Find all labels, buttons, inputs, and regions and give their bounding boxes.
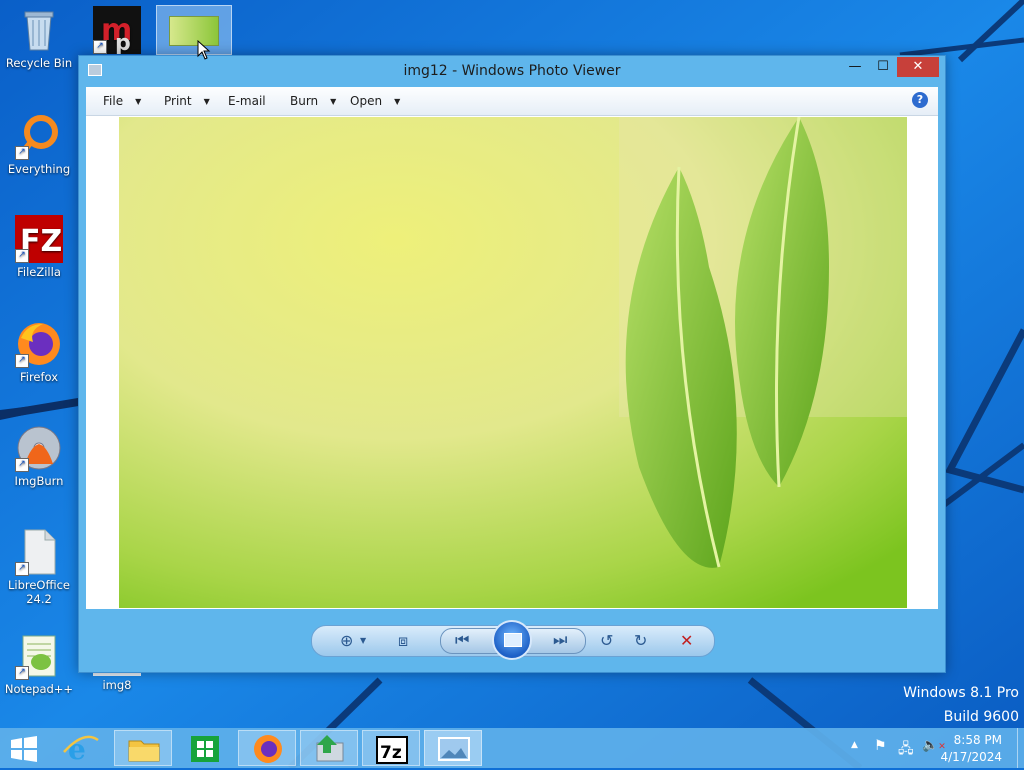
desktop-icon-recycle-bin[interactable]: Recycle Bin	[1, 6, 77, 70]
dropdown-arrow-icon: ▼	[330, 97, 337, 106]
menu-label: Print	[164, 94, 192, 108]
menu-label: Burn	[290, 94, 319, 108]
menu-label: Open	[350, 94, 383, 108]
shortcut-arrow-icon: ↗	[93, 40, 107, 54]
desktop-icon-label: LibreOffice 24.2	[7, 578, 71, 606]
start-button[interactable]	[0, 730, 48, 766]
desktop-icon-label: Recycle Bin	[5, 56, 73, 70]
action-center-flag-icon[interactable]: ⚑	[874, 738, 887, 754]
minimize-button[interactable]: —	[841, 57, 869, 77]
rotate-counterclockwise-icon[interactable]: ↺	[600, 632, 613, 650]
rotate-clockwise-icon[interactable]: ↻	[634, 632, 647, 650]
slideshow-button[interactable]	[492, 620, 532, 660]
taskbar-store-icon[interactable]	[176, 730, 234, 766]
clock-time[interactable]: 8:58 PM	[954, 733, 1002, 747]
delete-icon[interactable]: ✕	[680, 632, 693, 650]
image-viewport	[86, 116, 938, 609]
image-thumbnail-icon	[169, 16, 219, 46]
menu-print[interactable]: Print ▼	[164, 94, 210, 108]
menu-label: File	[103, 94, 124, 108]
close-button[interactable]: ✕	[897, 57, 939, 77]
taskbar-firefox-icon[interactable]	[238, 730, 296, 766]
menu-burn[interactable]: Burn ▼	[290, 94, 336, 108]
desktop-icon-label: Everything	[7, 162, 71, 176]
svg-text:7z: 7z	[380, 743, 402, 763]
menu-email[interactable]: E-mail	[228, 94, 266, 108]
desktop-icon-label: Firefox	[19, 370, 59, 384]
zoom-icon[interactable]: ⊕	[340, 632, 353, 650]
desktop-icon-notepadpp[interactable]: ↗ Notepad++	[1, 632, 77, 696]
desktop-icon-filezilla[interactable]: FZ ↗ FileZilla	[1, 215, 77, 279]
maximize-button[interactable]: ☐	[869, 57, 897, 77]
shortcut-arrow-icon: ↗	[15, 146, 29, 160]
desktop-icon-img12[interactable]	[156, 5, 232, 55]
menu-bar: File ▼ Print ▼ E-mail Burn ▼ Open ▼ ?	[86, 87, 938, 116]
recycle-bin-icon	[15, 6, 63, 54]
zoom-dropdown-arrow-icon[interactable]: ▼	[360, 632, 366, 650]
dropdown-arrow-icon: ▼	[394, 97, 401, 106]
shortcut-arrow-icon: ↗	[15, 354, 29, 368]
taskbar-file-transfer-icon[interactable]	[300, 730, 358, 766]
help-icon[interactable]: ?	[912, 92, 928, 108]
window-title: img12 - Windows Photo Viewer	[403, 63, 621, 79]
everything-icon: ↗	[15, 112, 63, 160]
shortcut-arrow-icon: ↗	[15, 562, 29, 576]
windows-edition-watermark: Windows 8.1 Pro	[903, 685, 1019, 701]
show-desktop-button[interactable]	[1017, 728, 1024, 768]
taskbar-7zip-icon[interactable]: 7z	[362, 730, 420, 766]
imgburn-icon: ↗	[15, 424, 63, 472]
show-hidden-icons-icon[interactable]: ▲	[851, 740, 858, 750]
slideshow-icon	[504, 633, 522, 647]
svg-text:p: p	[115, 31, 131, 54]
photo-viewer-window: img12 - Windows Photo Viewer — ☐ ✕ File ▼…	[78, 55, 946, 673]
window-titlebar[interactable]: img12 - Windows Photo Viewer — ☐ ✕	[79, 56, 945, 85]
displayed-photo[interactable]	[119, 117, 907, 608]
libreoffice-icon: ↗	[15, 528, 63, 576]
photo-controls-bar: ⊕ ▼ ⧈ ⏮ ⏭ ↺ ↻ ✕	[311, 620, 715, 660]
desktop-icon-label: FileZilla	[17, 265, 61, 279]
menu-open[interactable]: Open ▼	[350, 94, 400, 108]
menu-label: E-mail	[228, 94, 266, 108]
network-icon[interactable]: 🖧	[898, 738, 914, 762]
shortcut-arrow-icon: ↗	[15, 666, 29, 680]
mouse-cursor-icon	[197, 40, 211, 60]
desktop-icon-imgburn[interactable]: ↗ ImgBurn	[1, 424, 77, 488]
firefox-icon: ↗	[15, 320, 63, 368]
clock-date[interactable]: 4/17/2024	[940, 750, 1002, 764]
notepadpp-icon: ↗	[15, 632, 63, 680]
desktop-icon-mp[interactable]: mp ↗	[79, 6, 155, 56]
desktop-icon-label: ImgBurn	[14, 474, 64, 488]
desktop-icon-label: img8	[102, 678, 132, 692]
desktop-icon-libreoffice[interactable]: ↗ LibreOffice 24.2	[1, 528, 77, 606]
taskbar-file-explorer-icon[interactable]	[114, 730, 172, 766]
filezilla-icon: FZ ↗	[15, 215, 63, 263]
taskbar-photo-viewer-icon[interactable]	[424, 730, 482, 766]
desktop-icon-everything[interactable]: ↗ Everything	[1, 112, 77, 176]
desktop-icon-firefox[interactable]: ↗ Firefox	[1, 320, 77, 384]
taskbar-internet-explorer-icon[interactable]: e	[52, 730, 110, 766]
desktop-icon-label: Notepad++	[4, 682, 74, 696]
dropdown-arrow-icon: ▼	[203, 97, 210, 106]
windows-build-watermark: Build 9600	[943, 709, 1019, 725]
taskbar: e 7z ▲ ⚑ 🖧 🔈✕ 8:58 PM 4/17/2024	[0, 728, 1024, 768]
shortcut-arrow-icon: ↗	[15, 458, 29, 472]
previous-icon[interactable]: ⏮	[455, 631, 469, 649]
shortcut-arrow-icon: ↗	[15, 249, 29, 263]
app-mp-icon: mp ↗	[93, 6, 141, 56]
next-icon[interactable]: ⏭	[553, 631, 567, 649]
actual-size-icon[interactable]: ⧈	[398, 632, 408, 650]
dropdown-arrow-icon: ▼	[135, 97, 142, 106]
menu-file[interactable]: File ▼	[103, 94, 141, 108]
